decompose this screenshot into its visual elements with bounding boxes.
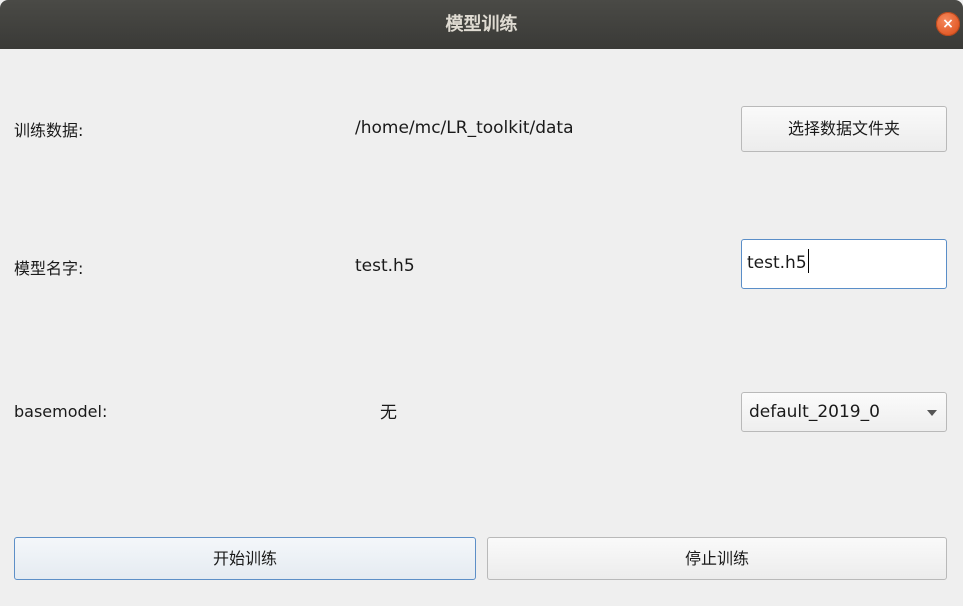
basemodel-select[interactable]: default_2019_0 (741, 392, 947, 432)
model-name-value: test.h5 (355, 256, 415, 276)
title-bar: 模型训练 × (0, 0, 963, 49)
model-name-input-text: test.h5 (747, 253, 807, 273)
model-name-input[interactable]: test.h5 (741, 239, 947, 289)
start-training-button[interactable]: 开始训练 (14, 537, 476, 580)
train-data-label: 训练数据: (14, 121, 84, 140)
basemodel-value: 无 (380, 403, 397, 423)
basemodel-label: basemodel: (14, 402, 108, 421)
model-training-window: 模型训练 × 训练数据: /home/mc/LR_toolkit/data 选择… (0, 0, 963, 606)
text-cursor (807, 249, 809, 273)
close-icon[interactable]: × (936, 12, 960, 36)
model-name-label: 模型名字: (14, 259, 84, 278)
select-data-folder-button[interactable]: 选择数据文件夹 (741, 106, 947, 152)
chevron-down-icon (927, 410, 937, 416)
stop-training-button[interactable]: 停止训练 (487, 537, 947, 580)
window-title: 模型训练 (445, 14, 518, 35)
basemodel-selected-option: default_2019_0 (749, 402, 880, 422)
train-data-path: /home/mc/LR_toolkit/data (355, 118, 574, 138)
